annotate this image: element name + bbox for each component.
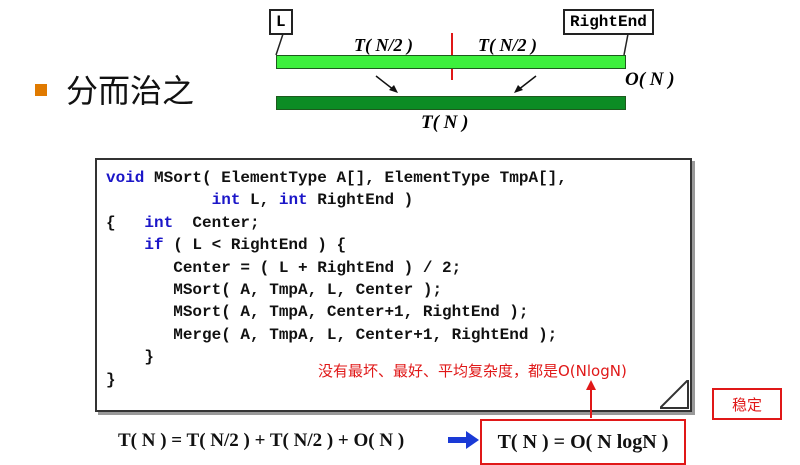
code-keyword: void [106, 169, 145, 187]
merge-arrowhead-right [514, 85, 523, 93]
half-left-label: T( N/2 ) [354, 35, 413, 55]
stable-badge: 稳定 [712, 388, 782, 420]
code-text: Merge( A, TmpA, L, Center+1, RightEnd ); [106, 325, 558, 344]
recurrence-formula: T( N ) = T( N/2 ) + T( N/2 ) + O( N ) [118, 430, 405, 451]
code-text: } [106, 370, 116, 389]
code-keyword: int [278, 191, 308, 210]
merge-cost-label: O( N ) [625, 69, 675, 90]
code-block: void MSort( ElementType A[], ElementType… [106, 167, 567, 391]
merge-arrowhead-left [389, 85, 398, 93]
page-fold-icon [660, 380, 689, 409]
code-line: void MSort( ElementType A[], ElementType… [106, 169, 567, 187]
half-right-label: T( N/2 ) [478, 35, 537, 55]
code-keyword: int [144, 213, 174, 232]
result-formula: T( N ) = O( N logN ) [497, 430, 669, 453]
code-line: int L, int RightEnd ) [106, 191, 414, 210]
total-label: T( N ) [421, 112, 469, 133]
code-line: if ( L < RightEnd ) { [106, 236, 346, 254]
split-bar [276, 55, 626, 69]
code-text: MSort( A, TmpA, L, Center ); [106, 281, 443, 300]
complexity-note: 没有最坏、最好、平均复杂度，都是O(NlogN) [318, 362, 627, 380]
label-rightend: RightEnd [570, 13, 647, 31]
code-line: } [106, 348, 154, 366]
code-text: } [106, 348, 155, 367]
code-text: MSort( A, TmpA, Center+1, RightEnd ); [106, 303, 529, 322]
code-text: ( L < RightEnd ) { [163, 236, 347, 255]
slide-heading: 分而治之 [66, 72, 195, 110]
code-line: Merge( A, TmpA, L, Center+1, RightEnd ); [106, 326, 557, 344]
stable-label: 稳定 [731, 395, 762, 414]
code-line: Center = ( L + RightEnd ) / 2; [106, 259, 461, 277]
code-line: } [106, 371, 116, 389]
code-text: { [106, 213, 145, 232]
label-rightend-callout: RightEnd [563, 9, 654, 35]
code-line: MSort( A, TmpA, L, Center ); [106, 281, 442, 299]
code-line: { int Center; [106, 214, 260, 232]
code-text: RightEnd ) [307, 191, 414, 210]
right-arrow-icon [448, 431, 479, 449]
code-line: MSort( A, TmpA, Center+1, RightEnd ); [106, 303, 528, 321]
label-l-callout: L [269, 9, 293, 35]
code-text: L, [240, 191, 279, 210]
callout-pointer-right [623, 33, 629, 56]
label-l: L [276, 13, 286, 31]
code-lines: void MSort( ElementType A[], ElementType… [106, 167, 567, 391]
code-keyword: if [144, 236, 164, 255]
up-arrow-icon [586, 380, 596, 418]
code-text: MSort( ElementType A[], ElementType TmpA… [144, 169, 567, 187]
merged-bar [276, 96, 626, 110]
result-box: T( N ) = O( N logN ) [480, 419, 686, 465]
code-keyword: int [211, 191, 241, 210]
heading-bullet-icon [35, 84, 47, 96]
callout-pointer-left [275, 33, 284, 56]
code-text: Center = ( L + RightEnd ) / 2; [106, 258, 462, 277]
code-text: Center; [173, 213, 260, 232]
